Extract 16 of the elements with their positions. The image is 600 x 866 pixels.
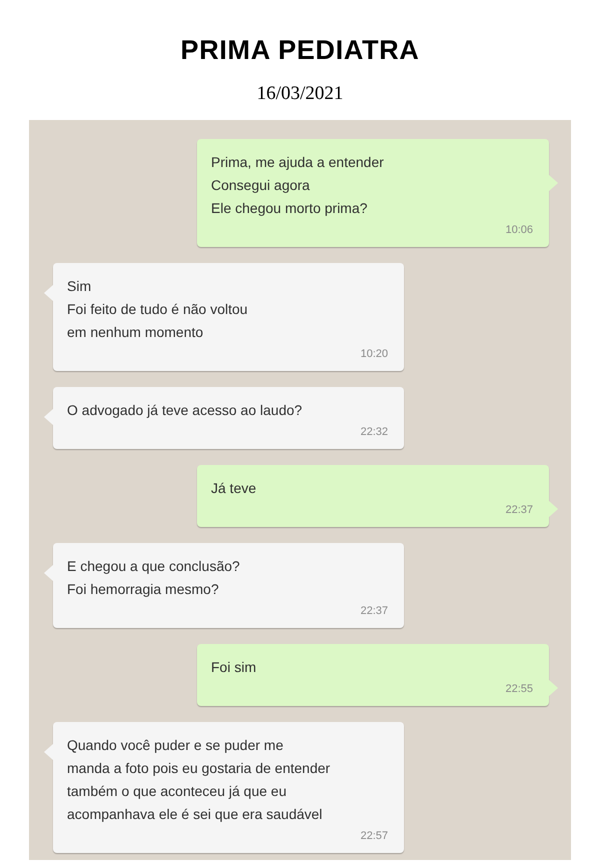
message-time: 10:06: [505, 223, 533, 238]
message-time: 22:55: [505, 682, 533, 697]
message-text: Foi sim: [211, 658, 256, 677]
message-text: Prima, me ajuda a entender Consegui agora Ele chegou morto prima?: [211, 153, 384, 218]
message-text: E chegou a que conclusão? Foi hemorragia mesmo?: [67, 557, 240, 599]
message-text: Sim Foi feito de tudo é não voltou em nenhum momento: [67, 277, 248, 342]
message-text: O advogado já teve acesso ao laudo?: [67, 401, 302, 420]
message-text: Quando você puder e se puder me manda a foto pois eu gostaria de entender também o que aconteceu já que eu acompanhava ele é sei que era saudável: [67, 736, 330, 824]
chat-title: PRIMA PEDIATRA: [180, 34, 420, 67]
message-time: 22:32: [360, 425, 388, 440]
message-time: 22:37: [505, 503, 533, 518]
chat-date: 16/03/2021: [256, 82, 344, 106]
message-text: Já teve: [211, 479, 256, 498]
message-time: 22:37: [360, 604, 388, 619]
message-time: 10:20: [360, 347, 388, 362]
message-time: 22:57: [360, 829, 388, 844]
